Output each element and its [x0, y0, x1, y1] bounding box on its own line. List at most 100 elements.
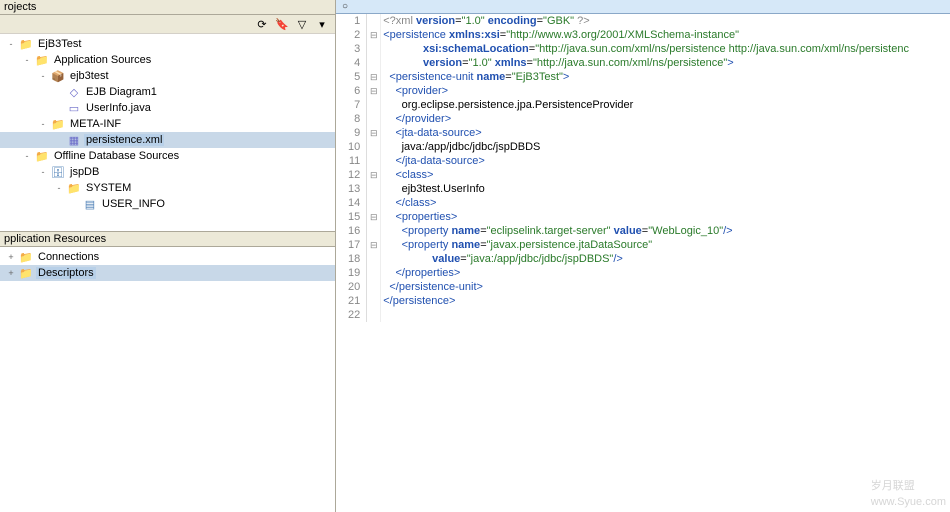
folder-icon: 📁: [18, 250, 34, 264]
line-number: 15: [336, 210, 366, 224]
database-icon: ▤: [82, 197, 98, 211]
fold-toggle[interactable]: ⊟: [367, 70, 380, 84]
tree-item[interactable]: +📁Descriptors: [0, 265, 335, 281]
fold-toggle: [367, 154, 380, 168]
fold-toggle: [367, 112, 380, 126]
funnel-icon[interactable]: ▽: [293, 16, 311, 32]
tree-item[interactable]: -📁SYSTEM: [0, 180, 335, 196]
code-line[interactable]: </properties>: [383, 266, 950, 280]
code-line[interactable]: <properties>: [383, 210, 950, 224]
fold-toggle: [367, 98, 380, 112]
projects-panel-header: rojects: [0, 0, 335, 15]
code-line[interactable]: <class>: [383, 168, 950, 182]
line-number: 7: [336, 98, 366, 112]
watermark: 岁月联盟 www.Syue.com: [871, 464, 946, 508]
tree-item[interactable]: ▦persistence.xml: [0, 132, 335, 148]
code-line[interactable]: <property name="eclipselink.target-serve…: [383, 224, 950, 238]
code-line[interactable]: xsi:schemaLocation="http://java.sun.com/…: [383, 42, 950, 56]
fold-toggle[interactable]: ⊟: [367, 210, 380, 224]
file-icon: ▦: [66, 133, 82, 147]
tree-item-label: Offline Database Sources: [52, 150, 181, 162]
refresh-icon[interactable]: ⟳: [253, 16, 271, 32]
code-body[interactable]: <?xml version="1.0" encoding="GBK" ?><pe…: [381, 14, 950, 322]
tree-item[interactable]: ◇EJB Diagram1: [0, 84, 335, 100]
code-line[interactable]: <persistence-unit name="EjB3Test">: [383, 70, 950, 84]
tree-item[interactable]: ▭UserInfo.java: [0, 100, 335, 116]
code-line[interactable]: [383, 308, 950, 322]
line-number: 19: [336, 266, 366, 280]
fold-toggle[interactable]: ⊟: [367, 84, 380, 98]
code-line[interactable]: <persistence xmlns:xsi="http://www.w3.or…: [383, 28, 950, 42]
code-line[interactable]: version="1.0" xmlns="http://java.sun.com…: [383, 56, 950, 70]
fold-toggle: [367, 280, 380, 294]
expand-toggle[interactable]: -: [20, 151, 34, 161]
code-line[interactable]: value="java:/app/jdbc/jdbc/jspDBDS"/>: [383, 252, 950, 266]
folder-icon: 📁: [18, 266, 34, 280]
code-area[interactable]: 12345678910111213141516171819202122 ⊟ ⊟⊟…: [336, 14, 950, 322]
watermark-url: www.Syue.com: [871, 496, 946, 508]
code-line[interactable]: <?xml version="1.0" encoding="GBK" ?>: [383, 14, 950, 28]
line-number: 2: [336, 28, 366, 42]
fold-toggle: [367, 14, 380, 28]
tree-item[interactable]: -📦ejb3test: [0, 68, 335, 84]
tree-item[interactable]: ▤USER_INFO: [0, 196, 335, 212]
code-line[interactable]: <jta-data-source>: [383, 126, 950, 140]
file-icon: ▭: [66, 101, 82, 115]
fold-toggle[interactable]: ⊟: [367, 28, 380, 42]
watermark-text: 岁月联盟: [871, 480, 915, 492]
tree-item[interactable]: -📁Application Sources: [0, 52, 335, 68]
fold-toggle[interactable]: ⊟: [367, 168, 380, 182]
app-resources-header: pplication Resources: [0, 232, 335, 247]
code-line[interactable]: org.eclipse.persistence.jpa.PersistenceP…: [383, 98, 950, 112]
code-line[interactable]: ejb3test.UserInfo: [383, 182, 950, 196]
code-line[interactable]: </persistence>: [383, 294, 950, 308]
fold-toggle[interactable]: ⊟: [367, 126, 380, 140]
fold-toggle: [367, 308, 380, 322]
tree-item-label: Descriptors: [36, 267, 96, 279]
bookmark-icon[interactable]: 🔖: [273, 16, 291, 32]
code-line[interactable]: </provider>: [383, 112, 950, 126]
file-icon: ◇: [66, 85, 82, 99]
tree-item-label: META-INF: [68, 118, 123, 130]
expand-toggle[interactable]: -: [52, 183, 66, 193]
code-line[interactable]: <provider>: [383, 84, 950, 98]
expand-toggle[interactable]: +: [4, 252, 18, 262]
expand-toggle[interactable]: -: [36, 71, 50, 81]
package-icon: 📦: [50, 69, 66, 83]
app-resources-tree[interactable]: +📁Connections+📁Descriptors: [0, 247, 335, 512]
fold-toggle[interactable]: ⊟: [367, 238, 380, 252]
editor-tab-strip: ○: [336, 0, 950, 14]
code-line[interactable]: </jta-data-source>: [383, 154, 950, 168]
line-number: 11: [336, 154, 366, 168]
tree-item[interactable]: -📁META-INF: [0, 116, 335, 132]
fold-toggle: [367, 196, 380, 210]
tree-item[interactable]: -🗄jspDB: [0, 164, 335, 180]
expand-toggle[interactable]: -: [36, 119, 50, 129]
code-line[interactable]: </persistence-unit>: [383, 280, 950, 294]
folder-icon: 📁: [50, 117, 66, 131]
tree-item[interactable]: -📁Offline Database Sources: [0, 148, 335, 164]
line-number: 5: [336, 70, 366, 84]
editor-tab-marker[interactable]: ○: [342, 1, 348, 12]
code-line[interactable]: java:/app/jdbc/jdbc/jspDBDS: [383, 140, 950, 154]
tree-item-label: EjB3Test: [36, 38, 83, 50]
fold-column[interactable]: ⊟ ⊟⊟ ⊟ ⊟ ⊟ ⊟: [367, 14, 381, 322]
tree-item-label: SYSTEM: [84, 182, 133, 194]
code-line[interactable]: <property name="javax.persistence.jtaDat…: [383, 238, 950, 252]
code-line[interactable]: </class>: [383, 196, 950, 210]
expand-toggle[interactable]: -: [20, 55, 34, 65]
folder-icon: 📁: [34, 53, 50, 67]
expand-toggle[interactable]: -: [4, 39, 18, 49]
tree-item-label: persistence.xml: [84, 134, 164, 146]
projects-tree[interactable]: -📁EjB3Test-📁Application Sources-📦ejb3tes…: [0, 34, 335, 232]
tree-item[interactable]: -📁EjB3Test: [0, 36, 335, 52]
tree-item[interactable]: +📁Connections: [0, 249, 335, 265]
fold-toggle: [367, 140, 380, 154]
tree-item-label: EJB Diagram1: [84, 86, 159, 98]
expand-toggle[interactable]: -: [36, 167, 50, 177]
line-number: 21: [336, 294, 366, 308]
line-number: 1: [336, 14, 366, 28]
line-number: 3: [336, 42, 366, 56]
menu-icon[interactable]: ▾: [313, 16, 331, 32]
expand-toggle[interactable]: +: [4, 268, 18, 278]
